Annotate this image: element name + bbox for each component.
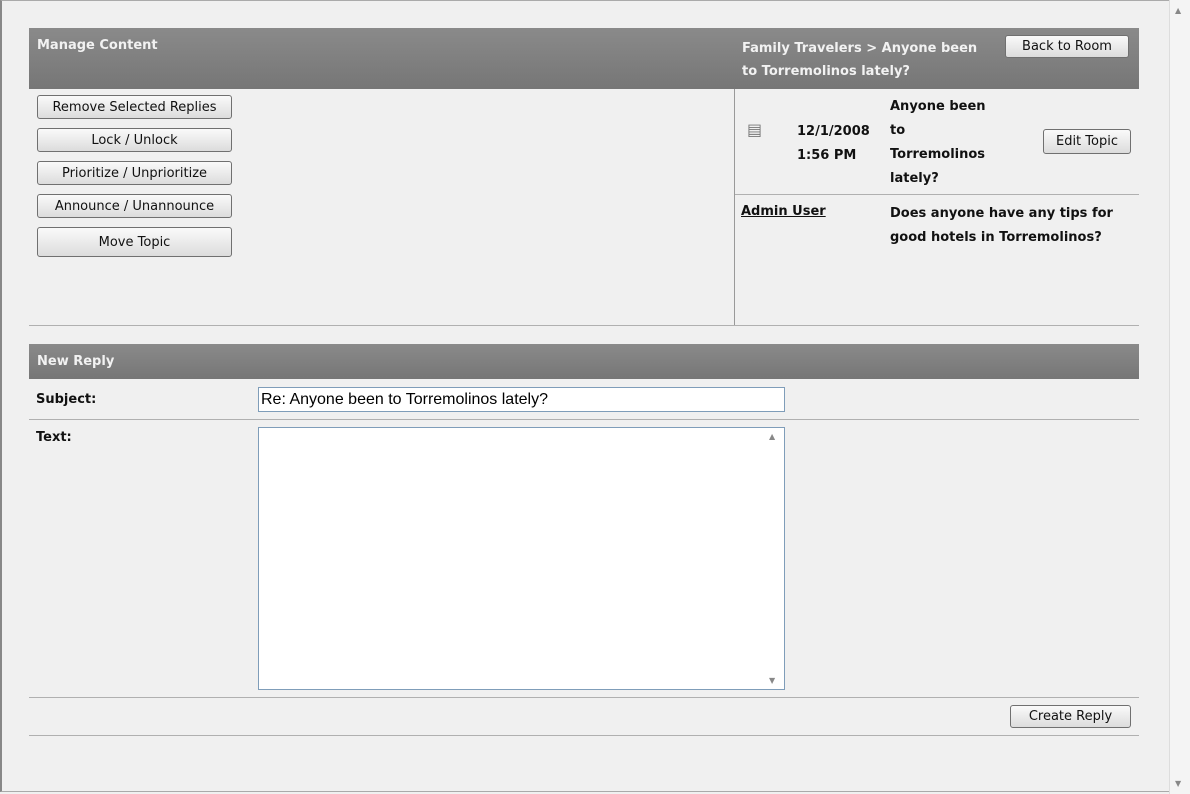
text-area[interactable] <box>258 427 785 690</box>
divider <box>29 735 1139 736</box>
divider <box>29 325 1139 326</box>
divider <box>735 194 1139 195</box>
scroll-up-icon[interactable]: ▲ <box>1175 6 1181 15</box>
edit-topic-button[interactable]: Edit Topic <box>1043 129 1131 154</box>
page-scrollbar[interactable]: ▲ ▼ <box>1169 0 1190 794</box>
move-topic-button[interactable]: Move Topic <box>37 227 232 257</box>
lock-unlock-button[interactable]: Lock / Unlock <box>37 128 232 152</box>
notepad-icon: ▤ <box>747 120 763 139</box>
author-link[interactable]: Admin User <box>741 204 826 219</box>
remove-selected-replies-button[interactable]: Remove Selected Replies <box>37 95 232 119</box>
topic-title: Anyone been to Torremolinos lately? <box>890 99 986 186</box>
manage-content-title: Manage Content <box>37 38 158 53</box>
manage-content-header: Manage Content Family Travelers > Anyone… <box>29 28 1139 89</box>
column-divider <box>734 89 735 326</box>
scroll-down-icon[interactable]: ▼ <box>1175 779 1181 788</box>
create-reply-button[interactable]: Create Reply <box>1010 705 1131 728</box>
topic-body: Does anyone have any tips for good hotel… <box>890 206 1113 245</box>
breadcrumb: Family Travelers > Anyone been to Torrem… <box>742 41 978 79</box>
scroll-up-icon[interactable]: ▲ <box>769 432 775 441</box>
subject-label: Subject: <box>36 392 97 407</box>
divider <box>29 419 1139 420</box>
new-reply-title: New Reply <box>37 354 115 369</box>
new-reply-header: New Reply <box>29 344 1139 379</box>
topic-date: 12/1/2008 1:56 PM <box>797 124 870 163</box>
divider <box>29 697 1139 698</box>
announce-button[interactable]: Announce / Unannounce <box>37 194 232 218</box>
back-to-room-button[interactable]: Back to Room <box>1005 35 1129 58</box>
scroll-down-icon[interactable]: ▼ <box>769 676 775 685</box>
subject-input[interactable] <box>258 387 785 412</box>
prioritize-button[interactable]: Prioritize / Unprioritize <box>37 161 232 185</box>
text-label: Text: <box>36 430 72 445</box>
text-area-scrollbar[interactable]: ▲ ▼ <box>765 428 784 689</box>
